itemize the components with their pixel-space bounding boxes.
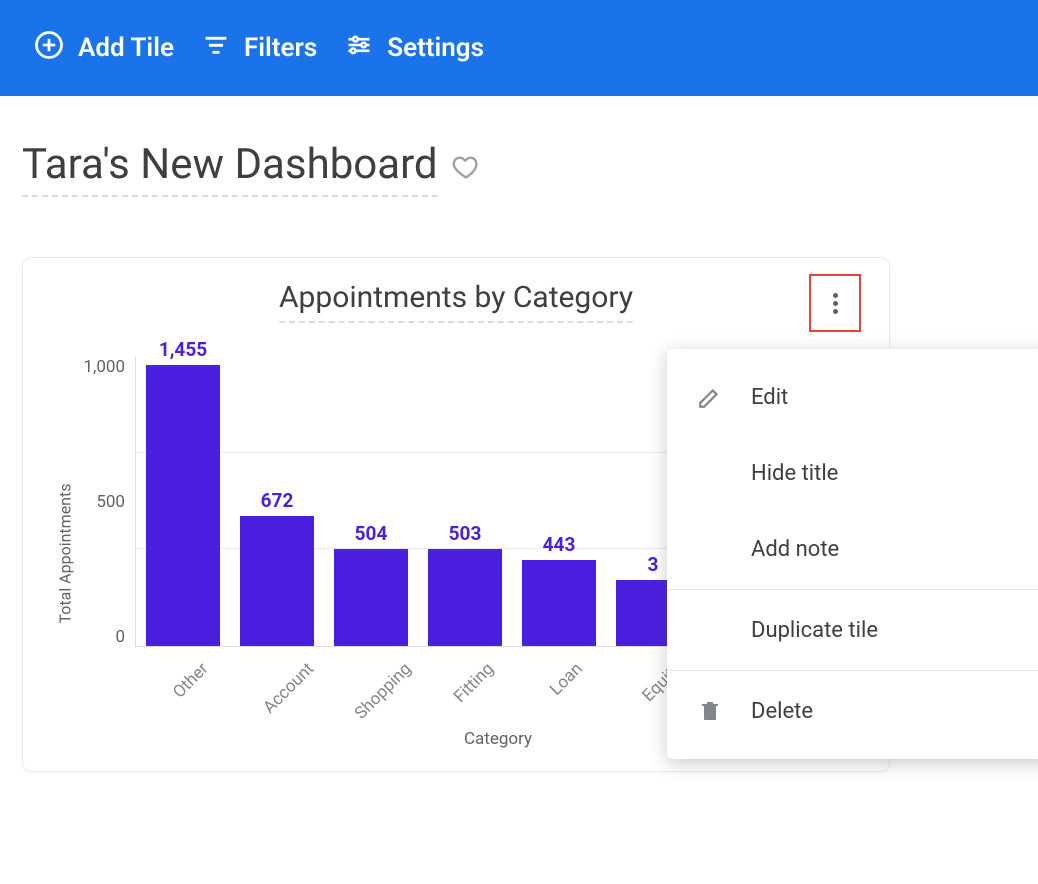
add-tile-label: Add Tile <box>78 33 174 63</box>
ytick: 500 <box>96 492 125 512</box>
dashboard-title[interactable]: Tara's New Dashboard <box>22 140 438 197</box>
menu-add-note-label: Add note <box>751 537 839 562</box>
plus-circle-icon <box>34 30 64 67</box>
menu-add-note[interactable]: Add note <box>667 511 1038 587</box>
add-tile-button[interactable]: Add Tile <box>34 30 174 67</box>
bar-slot: 672 <box>240 489 314 646</box>
settings-label: Settings <box>387 33 484 63</box>
menu-separator <box>667 589 1038 590</box>
filters-button[interactable]: Filters <box>202 31 317 66</box>
bar[interactable] <box>522 560 596 646</box>
bar-value-label: 672 <box>261 489 294 512</box>
xtick: Loan <box>521 647 595 725</box>
menu-edit[interactable]: Edit <box>667 359 1038 435</box>
kebab-icon <box>833 290 838 317</box>
filters-label: Filters <box>244 33 317 63</box>
ytick: 0 <box>115 627 125 647</box>
ytick: 1,000 <box>83 357 125 377</box>
bar[interactable] <box>334 549 408 646</box>
menu-separator <box>667 670 1038 671</box>
bar-slot: 1,455 <box>146 338 220 646</box>
bar-value-label: 1,455 <box>159 338 207 361</box>
heart-icon[interactable] <box>452 153 480 185</box>
menu-hide-title-label: Hide title <box>751 461 838 486</box>
bar-slot: 443 <box>522 533 596 646</box>
bar-value-label: 443 <box>543 533 576 556</box>
filter-icon <box>202 31 230 66</box>
bar-slot: 504 <box>334 522 408 646</box>
menu-duplicate[interactable]: Duplicate tile <box>667 592 1038 668</box>
tune-icon <box>345 31 373 66</box>
tile-title[interactable]: Appointments by Category <box>279 280 633 323</box>
menu-edit-label: Edit <box>751 385 788 410</box>
chart-ylabel: Total Appointments <box>56 483 75 623</box>
bar[interactable] <box>428 549 502 646</box>
xtick: Shopping <box>333 647 407 725</box>
toolbar: Add Tile Filters Settings <box>0 0 1038 96</box>
bar-value-label: 3 <box>648 553 659 576</box>
tile-context-menu: Edit Hide title Add note Duplicate tile <box>667 349 1038 759</box>
bar[interactable] <box>146 365 220 646</box>
menu-delete-label: Delete <box>751 699 813 724</box>
xtick: Other <box>145 647 219 725</box>
pencil-icon <box>695 384 725 410</box>
bar-value-label: 503 <box>449 522 482 545</box>
tile-menu-button[interactable] <box>809 274 861 332</box>
chart-yticks: 1,000 500 0 <box>79 357 135 647</box>
trash-icon <box>695 699 725 723</box>
menu-delete[interactable]: Delete <box>667 673 1038 749</box>
menu-hide-title[interactable]: Hide title <box>667 435 1038 511</box>
bar-slot: 503 <box>428 522 502 646</box>
settings-button[interactable]: Settings <box>345 31 484 66</box>
xtick: Account <box>239 647 313 725</box>
menu-duplicate-label: Duplicate tile <box>751 618 878 643</box>
bar[interactable] <box>240 516 314 646</box>
bar-value-label: 504 <box>355 522 388 545</box>
